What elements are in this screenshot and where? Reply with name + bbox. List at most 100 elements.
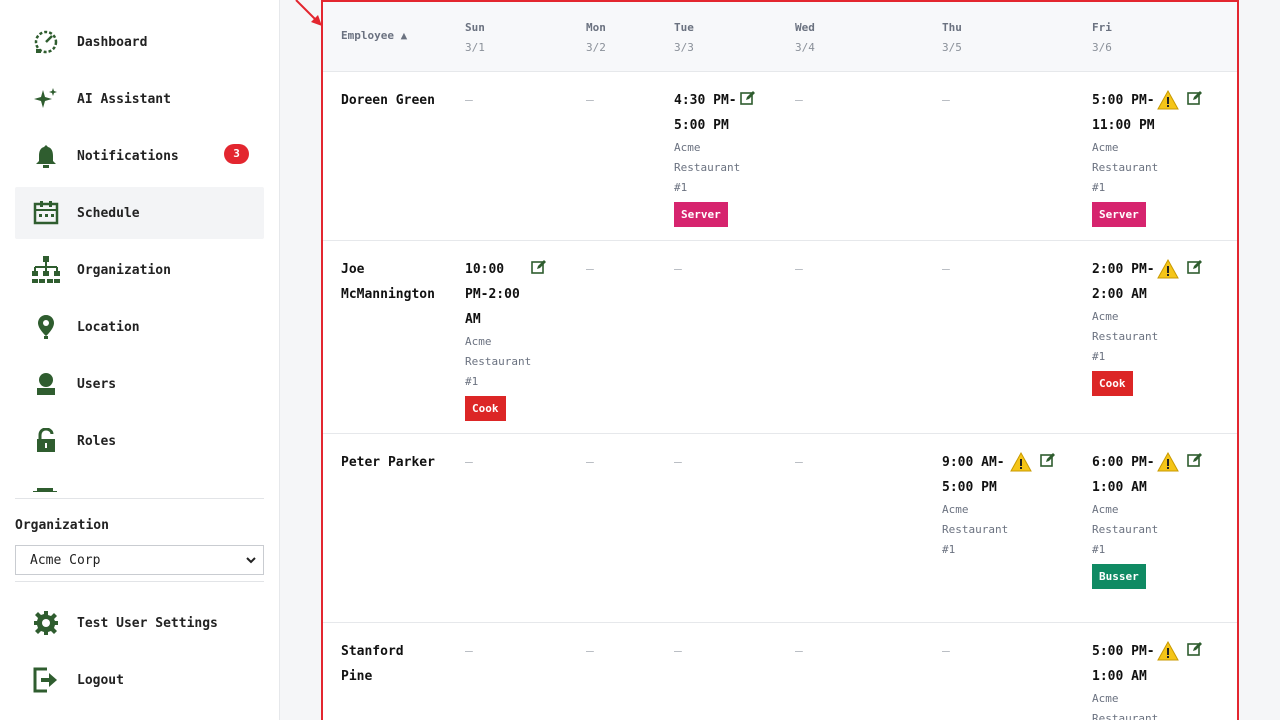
schedule-table: Employee ▲ Sun 3/1 Mon 3/2 Tue 3/3 Wed 3/4 T…	[321, 0, 1239, 720]
employee-column-header[interactable]: Employee ▲	[341, 26, 407, 46]
empty-cell: —	[674, 262, 682, 277]
sidebar-item-label: Logout	[77, 672, 124, 688]
shift-card[interactable]: 10:00 PM-2:00 AM Acme Restaurant #1 Cook	[465, 257, 605, 421]
shift-location: Acme	[1092, 692, 1119, 705]
employee-name[interactable]: Peter Parker	[341, 450, 435, 475]
employee-name-line: Peter Parker	[341, 455, 435, 470]
edit-icon[interactable]	[1187, 641, 1203, 657]
notification-count-badge: 3	[224, 144, 249, 164]
day-date: 3/5	[942, 41, 962, 54]
sidebar-item-test-user-settings[interactable]: Test User Settings	[15, 597, 264, 649]
shift-location: Restaurant	[1092, 161, 1159, 174]
shift-location: #1	[465, 375, 479, 388]
shift-time: 11:00 PM	[1092, 118, 1155, 133]
sidebar-item-location[interactable]: Location	[15, 301, 264, 353]
shift-card[interactable]: 4:30 PM- 5:00 PM Acme Restaurant #1 Serv…	[674, 88, 814, 227]
empty-cell: —	[795, 93, 803, 108]
sidebar-item-label: Notifications	[77, 148, 179, 164]
chevron-down-icon	[245, 554, 257, 570]
sparkle-icon	[31, 84, 61, 114]
employee-name[interactable]: Stanford Pine	[341, 639, 404, 689]
logout-icon	[31, 665, 61, 695]
day-name: Mon	[586, 21, 606, 34]
org-chart-icon	[31, 255, 61, 285]
day-name: Tue	[674, 21, 694, 34]
sidebar-item-schedule[interactable]: Schedule	[15, 187, 264, 239]
sidebar-item-notifications[interactable]: Notifications 3	[15, 130, 264, 182]
shift-location: Acme	[1092, 503, 1119, 516]
empty-cell: —	[465, 644, 473, 659]
sidebar-item-users[interactable]: Users	[15, 358, 264, 410]
employee-name-line: Stanford	[341, 644, 404, 659]
shift-location: #1	[674, 181, 688, 194]
edit-icon[interactable]	[531, 259, 547, 275]
organization-select-value: Acme Corp	[30, 552, 101, 568]
sidebar-item-logout[interactable]: Logout	[15, 654, 264, 706]
shift-location: Acme	[942, 503, 969, 516]
sidebar-item-label: Schedule	[77, 205, 140, 221]
employee-name[interactable]: Doreen Green	[341, 88, 435, 113]
role-badge: Busser	[1092, 564, 1146, 589]
warning-icon[interactable]	[1010, 451, 1032, 472]
role-badge: Cook	[1092, 371, 1133, 396]
annotation-arrow	[295, 0, 322, 26]
edit-icon[interactable]	[1187, 452, 1203, 468]
sidebar-item-ai-assistant[interactable]: AI Assistant	[15, 73, 264, 125]
shift-time: PM-2:00	[465, 287, 520, 302]
shift-time: 1:00 AM	[1092, 480, 1147, 495]
warning-icon[interactable]	[1157, 258, 1179, 279]
warning-icon[interactable]	[1157, 451, 1179, 472]
shift-location: Restaurant	[1092, 523, 1159, 536]
shift-location: Acme	[465, 335, 492, 348]
sidebar-item-organization[interactable]: Organization	[15, 244, 264, 296]
day-date: 3/2	[586, 41, 606, 54]
day-header-sun: Sun 3/1	[465, 18, 485, 58]
sidebar-item-label: AI Assistant	[77, 91, 171, 107]
role-badge: Cook	[465, 396, 506, 421]
truncated-icon	[31, 484, 59, 492]
day-header-tue: Tue 3/3	[674, 18, 694, 58]
day-header-thu: Thu 3/5	[942, 18, 962, 58]
sidebar-divider	[15, 498, 264, 499]
edit-icon[interactable]	[1187, 259, 1203, 275]
shift-location: Restaurant	[1092, 330, 1159, 343]
edit-icon[interactable]	[740, 90, 756, 106]
day-date: 3/6	[1092, 41, 1112, 54]
day-name: Fri	[1092, 21, 1112, 34]
sidebar-item-label: Location	[77, 319, 140, 335]
shift-time: 2:00 AM	[1092, 287, 1147, 302]
organization-select[interactable]: Acme Corp	[15, 545, 264, 575]
shift-location: Restaurant	[942, 523, 1009, 536]
sidebar-item-label: Roles	[77, 433, 117, 449]
shift-location: Restaurant	[1092, 712, 1159, 720]
location-pin-icon	[31, 312, 61, 342]
lock-icon	[31, 426, 61, 456]
day-date: 3/1	[465, 41, 485, 54]
warning-icon[interactable]	[1157, 640, 1179, 661]
table-row: Peter Parker — — — — 9:00 AM- 5:00 PM Ac…	[323, 434, 1237, 623]
organization-label: Organization	[15, 518, 109, 533]
empty-cell: —	[795, 644, 803, 659]
empty-cell: —	[942, 93, 950, 108]
employee-name[interactable]: Joe McMannington	[341, 257, 435, 307]
empty-cell: —	[586, 262, 594, 277]
day-date: 3/4	[795, 41, 815, 54]
shift-location: #1	[942, 543, 956, 556]
shift-time: 5:00 PM	[674, 118, 729, 133]
table-row: Stanford Pine — — — — — 5:00 PM- 1:00 AM…	[323, 623, 1237, 720]
empty-cell: —	[465, 93, 473, 108]
employee-name-line: Joe	[341, 262, 365, 277]
dashboard-icon	[31, 27, 61, 57]
empty-cell: —	[942, 262, 950, 277]
shift-location: Restaurant	[465, 355, 532, 368]
day-date: 3/3	[674, 41, 694, 54]
sidebar-item-label: Test User Settings	[77, 615, 218, 631]
edit-icon[interactable]	[1187, 90, 1203, 106]
table-row: Doreen Green — — 4:30 PM- 5:00 PM Acme R…	[323, 72, 1237, 241]
shift-time: 1:00 AM	[1092, 669, 1147, 684]
table-row: Joe McMannington 10:00 PM-2:00 AM Acme R…	[323, 241, 1237, 434]
sidebar-item-roles[interactable]: Roles	[15, 415, 264, 467]
warning-icon[interactable]	[1157, 89, 1179, 110]
shift-location: #1	[1092, 543, 1106, 556]
edit-icon[interactable]	[1040, 452, 1056, 468]
